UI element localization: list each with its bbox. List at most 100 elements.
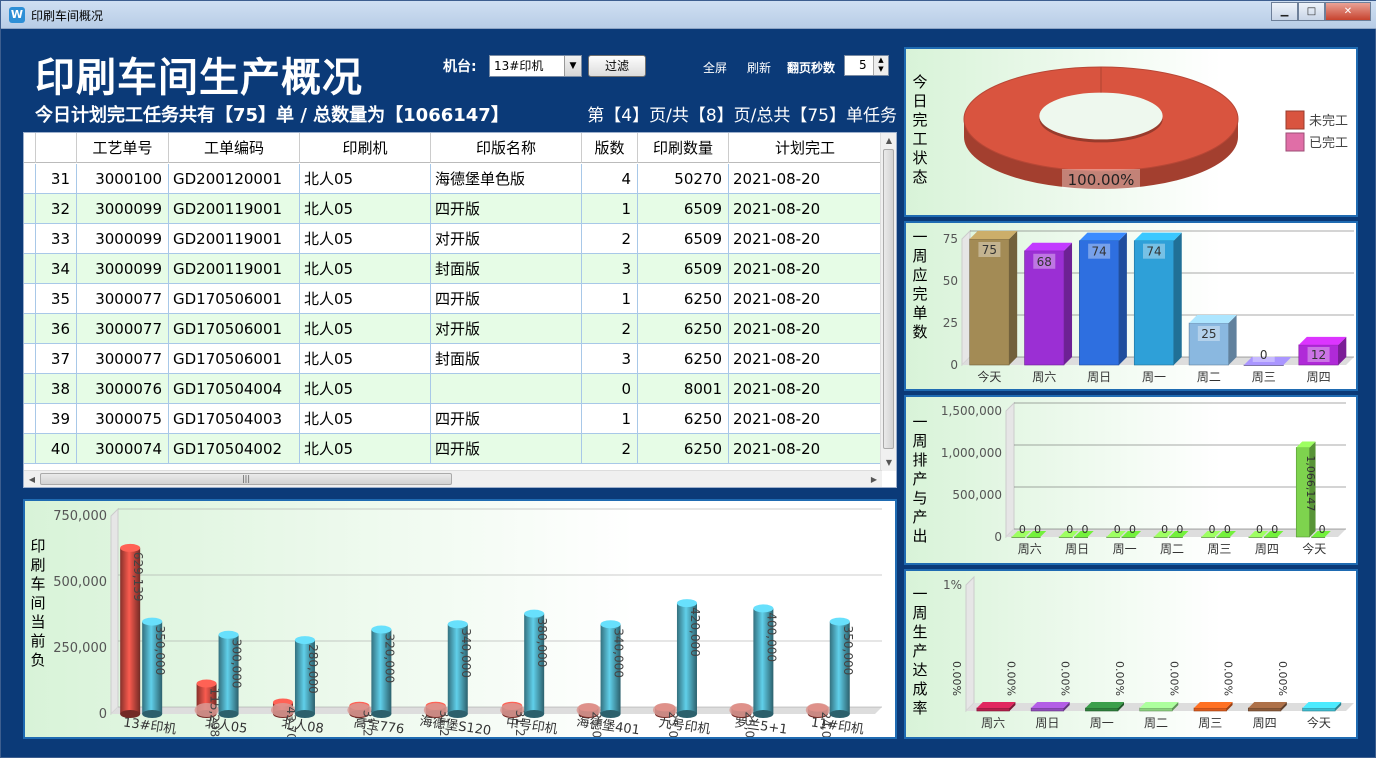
table-row[interactable]: 32 3000099 GD200119001 北人05 四开版 1 6509 2021-08-… <box>24 194 882 224</box>
spin-arrows-icon[interactable]: ▲ ▼ <box>873 56 888 75</box>
data-label: 0.00% <box>1276 661 1289 696</box>
table-row[interactable]: 40 3000074 GD170504002 北人05 四开版 2 6250 2021-08-… <box>24 434 882 464</box>
cell-plate-name: 四开版 <box>431 404 582 434</box>
x-tick-label: 周三 <box>1198 716 1222 730</box>
col-header-process-no[interactable]: 工艺单号 <box>77 133 169 163</box>
donut-hole <box>1039 92 1163 140</box>
data-label: 0.00% <box>1004 661 1017 696</box>
scroll-up-icon[interactable]: ▲ <box>881 133 897 149</box>
maximize-icon[interactable]: □ <box>1298 2 1325 21</box>
cell-order-code: GD200119001 <box>169 224 300 254</box>
table-row[interactable]: 38 3000076 GD170504004 北人05 0 8001 2021-08-20 <box>24 374 882 404</box>
col-header-order-code[interactable]: 工单编码 <box>169 133 300 163</box>
y-tick-label: 75 <box>943 232 958 246</box>
table-row[interactable]: 33 3000099 GD200119001 北人05 对开版 2 6509 2021-08-… <box>24 224 882 254</box>
cell-process-no: 3000099 <box>77 194 169 224</box>
data-label: 0.00% <box>1113 661 1126 696</box>
y-tick-label: 500,000 <box>53 575 107 590</box>
x-tick-label: 周四 <box>1253 716 1277 730</box>
table-row[interactable]: 35 3000077 GD170506001 北人05 四开版 1 6250 2021-08-… <box>24 284 882 314</box>
row-selector[interactable] <box>24 344 36 374</box>
x-tick-label: 九号印机 <box>658 715 712 737</box>
data-label: 350,000 <box>841 626 855 676</box>
cell-plate-count: 2 <box>582 224 638 254</box>
x-tick-label: 周日 <box>1087 370 1111 384</box>
scroll-thumb-h[interactable]: ||| <box>40 473 452 485</box>
cell-row-index: 40 <box>36 434 77 464</box>
flip-seconds-value: 5 <box>859 58 867 72</box>
data-label: 400,000 <box>764 612 778 662</box>
fullscreen-button[interactable]: 全屏 <box>703 59 727 76</box>
row-selector[interactable] <box>24 404 36 434</box>
app-logo-icon: W <box>9 7 25 23</box>
refresh-button[interactable]: 刷新 <box>747 59 771 76</box>
data-label: 68 <box>1037 255 1052 269</box>
table-row[interactable]: 36 3000077 GD170506001 北人05 对开版 2 6250 2021-08-… <box>24 314 882 344</box>
row-selector[interactable] <box>24 194 36 224</box>
cell-plan-date: 2021-08-20 <box>729 374 882 404</box>
data-label: 0 <box>1260 348 1268 362</box>
table-row[interactable]: 37 3000077 GD170506001 北人05 封面版 3 6250 2021-08-… <box>24 344 882 374</box>
data-label: 0 <box>1319 523 1326 536</box>
x-tick-label: 周六 <box>1032 370 1056 384</box>
y-tick-label: 1,500,000 <box>941 404 1002 418</box>
scroll-down-icon[interactable]: ▼ <box>881 455 897 471</box>
col-header-quantity[interactable]: 印刷数量 <box>638 133 729 163</box>
chevron-down-icon[interactable]: ▼ <box>564 56 581 76</box>
data-label: 0 <box>1114 523 1121 536</box>
cell-process-no: 3000074 <box>77 434 169 464</box>
close-icon[interactable]: ✕ <box>1325 2 1371 21</box>
col-header-plan-date[interactable]: 计划完工 <box>729 133 882 163</box>
cell-row-index: 33 <box>36 224 77 254</box>
cell-quantity: 6509 <box>638 224 729 254</box>
col-header-plate-count[interactable]: 版数 <box>582 133 638 163</box>
row-header-corner <box>24 133 36 163</box>
x-tick-label: 周二 <box>1197 370 1221 384</box>
machine-label: 机台: <box>443 59 477 75</box>
cell-plan-date: 2021-08-20 <box>729 164 882 194</box>
cell-plan-date: 2021-08-20 <box>729 254 882 284</box>
row-selector[interactable] <box>24 314 36 344</box>
table-header: 工艺单号 工单编码 印刷机 印版名称 版数 印刷数量 计划完工 <box>24 133 882 163</box>
horizontal-scrollbar[interactable]: ◀ ||| ▶ <box>24 470 882 487</box>
table-row[interactable]: 39 3000075 GD170504003 北人05 四开版 1 6250 2021-08-… <box>24 404 882 434</box>
cell-plate-count: 3 <box>582 344 638 374</box>
row-selector[interactable] <box>24 434 36 464</box>
data-label: 0 <box>1082 523 1089 536</box>
flip-seconds-stepper[interactable]: 5 ▲ ▼ <box>844 55 889 76</box>
scroll-right-icon[interactable]: ▶ <box>866 471 882 488</box>
row-selector[interactable] <box>24 224 36 254</box>
row-selector[interactable] <box>24 374 36 404</box>
cell-press: 北人05 <box>300 284 431 314</box>
machine-select[interactable]: 13#印机 ▼ <box>489 55 582 77</box>
col-header-press[interactable]: 印刷机 <box>300 133 431 163</box>
cell-quantity: 6250 <box>638 344 729 374</box>
bar-周六 <box>976 702 1016 712</box>
index-header <box>36 133 77 163</box>
data-label: 420,000 <box>688 607 702 657</box>
row-selector[interactable] <box>24 164 36 194</box>
cell-quantity: 8001 <box>638 374 729 404</box>
table-row[interactable]: 34 3000099 GD200119001 北人05 封面版 3 6509 2021-08-… <box>24 254 882 284</box>
data-label: 340,000 <box>459 628 473 678</box>
weekly-due-chart: 0 25 50 75 今天 周六 周日 周一 周二 周三 周四 75 68 74 74 25 0 12 <box>943 229 1354 384</box>
col-header-plate-name[interactable]: 印版名称 <box>431 133 582 163</box>
row-selector[interactable] <box>24 284 36 314</box>
table-row[interactable]: 31 3000100 GD200120001 北人05 海德堡单色版 4 50270 2021… <box>24 164 882 194</box>
legend-item: 未完工 <box>1309 114 1348 129</box>
scroll-left-icon[interactable]: ◀ <box>24 471 40 488</box>
cell-plate-name: 四开版 <box>431 284 582 314</box>
scroll-thumb[interactable] <box>883 149 894 449</box>
cell-press: 北人05 <box>300 404 431 434</box>
x-tick-label: 周二 <box>1144 716 1168 730</box>
vertical-scrollbar[interactable]: ▲ ▼ <box>880 133 896 471</box>
cell-process-no: 3000100 <box>77 164 169 194</box>
cell-plate-name: 封面版 <box>431 254 582 284</box>
filter-button[interactable]: 过滤 <box>588 55 646 77</box>
data-label: 0 <box>1019 523 1026 536</box>
cell-plan-date: 2021-08-20 <box>729 284 882 314</box>
minimize-icon[interactable]: ▁ <box>1271 2 1298 21</box>
weekly-rate-chart: 1% 周六 周日 周一 周二 周三 周四 今天 0.00% 0.00% 0.00% 0.00% 0.00… <box>943 575 1354 730</box>
row-selector[interactable] <box>24 254 36 284</box>
left-wall <box>110 507 119 716</box>
